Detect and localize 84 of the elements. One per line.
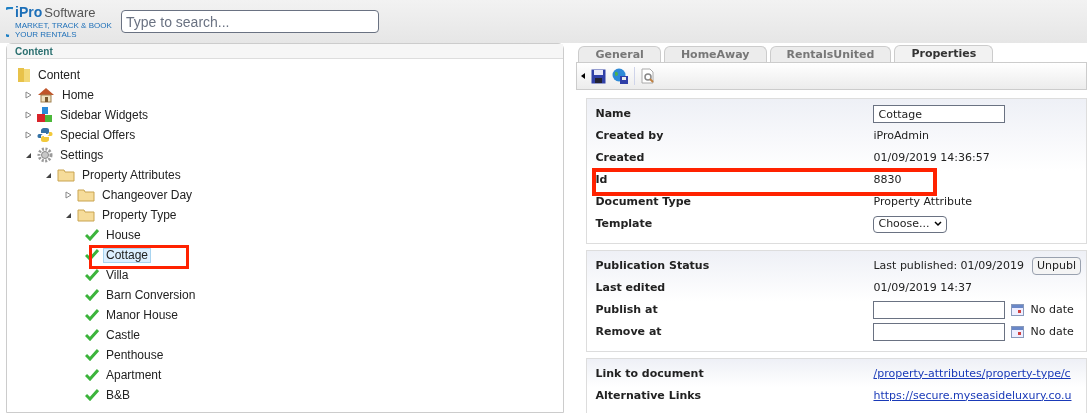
- tree-item[interactable]: Sidebar Widgets: [57, 107, 152, 123]
- document-link[interactable]: https://secure.myseasideluxury.co.u: [873, 387, 1072, 405]
- field-label: Created by: [595, 128, 664, 142]
- field-label: Link to document: [595, 366, 704, 380]
- tree-item[interactable]: Settings: [57, 147, 107, 163]
- tree-item[interactable]: Property Type: [99, 207, 180, 223]
- caret-icon[interactable]: [581, 73, 586, 79]
- field-label: Alternative Links: [595, 388, 702, 402]
- field-label: Name: [595, 106, 632, 120]
- tab[interactable]: RentalsUnited: [769, 46, 892, 62]
- collapse-arrow-icon[interactable]: [45, 171, 53, 179]
- field-label: Created: [595, 150, 645, 164]
- folder-icon: [77, 188, 95, 202]
- checkmark-icon: [85, 349, 99, 361]
- last-published-text: Last published: 01/09/2019: [873, 257, 1024, 274]
- field-label: Last edited: [595, 280, 666, 294]
- date-field[interactable]: [873, 301, 1006, 319]
- field-value: 01/09/2019 14:37: [873, 279, 973, 296]
- tree-item[interactable]: Manor House: [103, 307, 182, 323]
- name-field[interactable]: Cottage: [873, 105, 1006, 123]
- template-dropdown[interactable]: Choose...: [873, 215, 947, 233]
- field-label: Document Type: [595, 194, 692, 208]
- tab[interactable]: HomeAway: [663, 46, 767, 62]
- document-link[interactable]: /property-attributes/property-type/c: [873, 365, 1071, 383]
- tree-item[interactable]: Villa: [103, 267, 132, 283]
- house-icon: [37, 87, 55, 103]
- tree-item[interactable]: Barn Conversion: [103, 287, 199, 303]
- field-value: iProAdmin: [873, 127, 930, 144]
- checkmark-icon: [85, 389, 99, 401]
- field-value: Property Attribute: [873, 193, 973, 210]
- collapse-arrow-icon[interactable]: [65, 211, 73, 219]
- logo-tagline: MARKET, TRACK & BOOK YOUR RENTALS: [15, 21, 113, 39]
- field-label: Template: [595, 216, 653, 230]
- checkmark-icon: [85, 229, 99, 241]
- expand-arrow-icon[interactable]: [25, 131, 33, 139]
- tree-item[interactable]: B&B: [103, 387, 133, 403]
- checkmark-icon: [85, 309, 99, 321]
- tree-item[interactable]: Changeover Day: [99, 187, 196, 203]
- date-field[interactable]: [873, 323, 1006, 341]
- tree-item[interactable]: House: [103, 227, 144, 243]
- chevron-icon: [933, 221, 942, 227]
- tab[interactable]: General: [578, 46, 661, 62]
- panel-title: Content: [7, 44, 564, 59]
- folder-icon: [57, 168, 75, 182]
- tab[interactable]: Properties: [894, 45, 994, 62]
- calendar-icon[interactable]: [1011, 304, 1025, 316]
- tree-item[interactable]: Home: [59, 87, 97, 103]
- checkmark-icon: [85, 289, 99, 301]
- field-label: Publish at: [595, 302, 658, 316]
- preview-icon[interactable]: [641, 68, 656, 84]
- field-label: Remove at: [595, 324, 662, 338]
- field-label: Id: [595, 172, 608, 186]
- checkmark-icon: [85, 249, 99, 261]
- tree-item[interactable]: Apartment: [103, 367, 165, 383]
- tree-item[interactable]: Penthouse: [103, 347, 167, 363]
- field-label: Publication Status: [595, 258, 710, 272]
- tree-item[interactable]: Special Offers: [57, 127, 139, 143]
- gear-icon: [37, 147, 53, 163]
- calendar-icon[interactable]: [1011, 326, 1025, 338]
- collapse-arrow-icon[interactable]: [25, 151, 33, 159]
- tree-item[interactable]: Castle: [103, 327, 143, 343]
- python-icon: [37, 127, 53, 143]
- logo-text: Software: [44, 5, 96, 21]
- folder-icon: [77, 208, 95, 222]
- book-icon: [17, 67, 31, 83]
- checkmark-icon: [85, 369, 99, 381]
- expand-arrow-icon[interactable]: [25, 111, 33, 119]
- field-value: 8830: [873, 171, 902, 188]
- checkmark-icon: [85, 329, 99, 341]
- blocks-icon: [37, 107, 53, 123]
- unpublish-button[interactable]: Unpubl: [1032, 257, 1081, 275]
- tree-item[interactable]: Property Attributes: [79, 167, 184, 183]
- no-date-text: No date: [1030, 323, 1074, 340]
- tree-item[interactable]: Content: [35, 67, 84, 83]
- checkmark-icon: [85, 269, 99, 281]
- field-value: 01/09/2019 14:36:57: [873, 149, 990, 166]
- globe-save-icon[interactable]: [612, 68, 629, 84]
- logo-arc-icon: [6, 6, 14, 37]
- save-icon[interactable]: [591, 68, 607, 84]
- logo-text: iPro: [15, 4, 43, 20]
- expand-arrow-icon[interactable]: [25, 91, 33, 99]
- expand-arrow-icon[interactable]: [65, 191, 73, 199]
- no-date-text: No date: [1030, 301, 1074, 318]
- search-field[interactable]: Type to search...: [121, 10, 379, 33]
